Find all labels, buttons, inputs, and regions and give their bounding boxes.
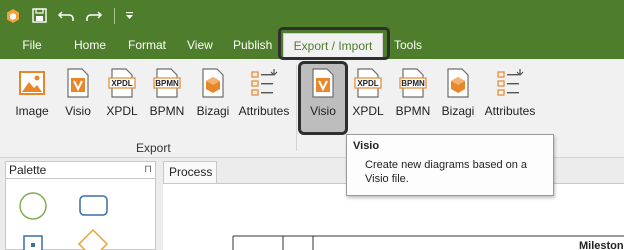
import-bizagi-label: Bizagi xyxy=(441,104,475,118)
export-visio-label: Visio xyxy=(65,104,91,118)
customize-toolbar-icon[interactable] xyxy=(121,0,137,31)
save-icon[interactable] xyxy=(26,0,52,31)
bizagi-icon xyxy=(196,66,230,100)
import-bpmn-button[interactable]: BPMN BPMN xyxy=(396,66,430,126)
palette-title: Palette xyxy=(9,163,47,177)
start-event-shape[interactable] xyxy=(19,192,47,220)
export-group-label: Export xyxy=(136,141,171,155)
svg-text:BPMN: BPMN xyxy=(155,79,179,88)
svg-text:XPDL: XPDL xyxy=(111,79,132,88)
svg-text:XPDL: XPDL xyxy=(357,79,378,88)
export-bizagi-label: Bizagi xyxy=(196,104,230,118)
tab-format[interactable]: Format xyxy=(128,31,166,59)
xpdl-icon: XPDL xyxy=(351,66,385,100)
export-import-tab-highlight xyxy=(278,27,390,60)
bizagi-icon xyxy=(441,66,475,100)
visio-icon xyxy=(61,66,95,100)
redo-icon[interactable] xyxy=(80,0,108,31)
export-bpmn-label: BPMN xyxy=(149,104,185,118)
visio-icon xyxy=(306,66,340,100)
svg-text:BPMN: BPMN xyxy=(401,79,425,88)
import-xpdl-label: XPDL xyxy=(352,104,384,118)
palette-shapes xyxy=(19,192,109,250)
undo-icon[interactable] xyxy=(52,0,80,31)
task-shape[interactable] xyxy=(79,195,108,216)
tooltip-title: Visio xyxy=(353,140,380,152)
group-separator xyxy=(296,65,297,151)
pin-icon[interactable]: ⊓ xyxy=(144,162,152,178)
tab-publish[interactable]: Publish xyxy=(233,31,272,59)
export-image-button[interactable]: Image xyxy=(12,66,52,126)
attributes-icon xyxy=(493,66,527,100)
xpdl-icon: XPDL xyxy=(105,66,139,100)
bpmn-icon: BPMN xyxy=(396,66,430,100)
import-xpdl-button[interactable]: XPDL XPDL xyxy=(352,66,384,126)
milestone-header: Milestone xyxy=(579,240,624,250)
export-xpdl-label: XPDL xyxy=(106,104,138,118)
export-bizagi-button[interactable]: Bizagi xyxy=(196,66,230,126)
export-attributes-label: Attributes xyxy=(238,104,290,118)
export-visio-button[interactable]: Visio xyxy=(62,66,94,126)
import-bizagi-button[interactable]: Bizagi xyxy=(441,66,475,126)
export-image-label: Image xyxy=(15,104,49,118)
export-bpmn-button[interactable]: BPMN BPMN xyxy=(150,66,184,126)
bpmn-icon: BPMN xyxy=(150,66,184,100)
palette-header: Palette ⊓ xyxy=(6,162,155,179)
export-attributes-button[interactable]: Attributes xyxy=(238,66,290,126)
import-visio-label: Visio xyxy=(310,104,336,118)
tooltip-body: Create new diagrams based on a Visio fil… xyxy=(365,159,528,185)
visio-tooltip: Visio Create new diagrams based on a Vis… xyxy=(346,134,554,196)
import-visio-button[interactable]: Visio xyxy=(307,66,339,126)
import-bpmn-label: BPMN xyxy=(395,104,431,118)
export-xpdl-button[interactable]: XPDL XPDL xyxy=(106,66,138,126)
tab-tools[interactable]: Tools xyxy=(394,31,422,59)
tab-view[interactable]: View xyxy=(187,31,213,59)
app-logo-icon xyxy=(0,0,26,31)
tab-file[interactable]: File xyxy=(12,31,52,59)
import-attributes-label: Attributes xyxy=(484,104,536,118)
tab-process[interactable]: Process xyxy=(163,161,217,183)
image-icon xyxy=(15,66,49,100)
palette-panel: Palette ⊓ xyxy=(5,161,156,250)
tab-home[interactable]: Home xyxy=(74,31,106,59)
import-attributes-button[interactable]: Attributes xyxy=(484,66,536,126)
toolbar-separator xyxy=(114,7,115,24)
attributes-icon xyxy=(247,66,281,100)
gateway-shape[interactable] xyxy=(77,228,109,250)
